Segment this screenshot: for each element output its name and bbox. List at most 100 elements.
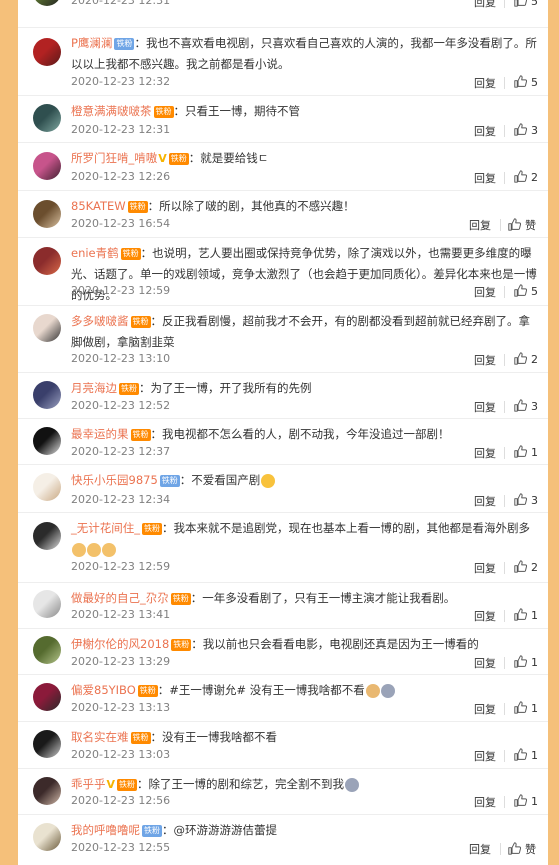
fan-badge[interactable]: 铁粉 (127, 200, 148, 213)
like-count: 2 (531, 171, 538, 184)
avatar[interactable] (33, 0, 61, 6)
fan-badge[interactable]: 铁粉 (130, 428, 151, 441)
username-link[interactable]: 多多啵啵酱 (71, 314, 129, 328)
thumbs-up-icon (514, 655, 531, 669)
fan-badge[interactable]: 铁粉 (142, 522, 162, 535)
like-button[interactable]: 5 (514, 0, 538, 8)
fan-badge[interactable]: 铁粉 (130, 731, 151, 744)
username-link[interactable]: 伊榭尔伦的风2018 (71, 637, 169, 651)
fan-badge[interactable]: 铁粉 (130, 315, 151, 328)
like-button[interactable]: 2 (514, 170, 538, 184)
avatar[interactable] (33, 683, 61, 711)
divider (504, 401, 505, 413)
fan-badge[interactable]: 铁粉 (120, 247, 141, 260)
avatar[interactable] (33, 314, 61, 342)
fan-badge[interactable]: 铁粉 (159, 474, 180, 487)
like-button[interactable]: 赞 (508, 217, 536, 233)
username-link[interactable]: 所罗门狂啃_啃嗷 (71, 151, 157, 165)
reply-button[interactable]: 回复 (474, 748, 496, 764)
username-link[interactable]: 偏爱85YIBO (71, 683, 136, 697)
username-link[interactable]: 乖乎乎 (71, 777, 106, 791)
reply-button[interactable]: 回复 (474, 170, 496, 186)
fan-badge[interactable]: 铁粉 (119, 382, 139, 395)
like-button[interactable]: 1 (514, 748, 538, 762)
avatar[interactable] (33, 152, 61, 180)
reply-button[interactable]: 回复 (474, 0, 496, 10)
reply-button[interactable]: 回复 (474, 655, 496, 671)
reply-button[interactable]: 回复 (474, 284, 496, 300)
fan-badge[interactable]: 铁粉 (153, 105, 174, 118)
username-link[interactable]: 最幸运的果 (71, 427, 129, 441)
like-button[interactable]: 2 (514, 560, 538, 574)
fan-badge[interactable]: 铁粉 (137, 684, 158, 697)
thumbs-up-icon (514, 0, 531, 8)
like-button[interactable]: 2 (514, 352, 538, 366)
comment-item: 橙意满满啵啵茶 铁粉 ：只看王一博，期待不管 2020-12-23 12:31 回复 3 (18, 95, 548, 143)
like-button[interactable]: 3 (514, 123, 538, 137)
username-link[interactable]: _无计花间住_ (71, 521, 140, 535)
fan-badge[interactable]: 铁粉 (117, 778, 138, 791)
colon: ： (147, 199, 160, 213)
like-button[interactable]: 5 (514, 284, 538, 298)
like-button[interactable]: 1 (514, 608, 538, 622)
fan-badge[interactable]: 铁粉 (114, 37, 135, 50)
avatar[interactable] (33, 427, 61, 455)
colon: ： (188, 151, 201, 165)
like-button[interactable]: 1 (514, 701, 538, 715)
like-button[interactable]: 赞 (508, 841, 536, 857)
avatar[interactable] (33, 777, 61, 805)
comment-text-line: 取名实在难 铁粉 ：没有王一博我啥都不看 (71, 727, 540, 748)
avatar[interactable] (33, 200, 61, 228)
comment-text-line: 乖乎乎V 铁粉 ：除了王一博的剧和综艺，完全割不到我 (71, 774, 540, 795)
fan-badge[interactable]: 铁粉 (171, 638, 192, 651)
avatar[interactable] (33, 38, 61, 66)
fan-badge[interactable]: 铁粉 (170, 592, 191, 605)
reply-button[interactable]: 回复 (474, 794, 496, 810)
reply-button[interactable]: 回复 (474, 445, 496, 461)
comment-body: #王一博谢允# 没有王一博我啥都不看 (169, 683, 365, 697)
avatar[interactable] (33, 823, 61, 851)
reply-button[interactable]: 回复 (474, 560, 496, 576)
avatar[interactable] (33, 104, 61, 132)
fan-badge[interactable]: 铁粉 (168, 152, 189, 165)
comment-body: 不爱看国产剧 (191, 473, 261, 487)
like-button[interactable]: 3 (514, 399, 538, 413)
avatar[interactable] (33, 636, 61, 664)
avatar[interactable] (33, 381, 61, 409)
reply-button[interactable]: 回复 (474, 352, 496, 368)
comment-time: 2020-12-23 12:55 (71, 841, 171, 854)
avatar[interactable] (33, 590, 61, 618)
fan-badge[interactable]: 铁粉 (142, 824, 162, 837)
like-button[interactable]: 3 (514, 493, 538, 507)
divider (504, 172, 505, 184)
avatar[interactable] (33, 247, 61, 275)
username-link[interactable]: 橙意满满啵啵茶 (71, 104, 152, 118)
comment-body: 就是要给钱ㄷ (200, 151, 269, 165)
colon: ： (191, 637, 203, 651)
avatar[interactable] (33, 473, 61, 501)
username-link[interactable]: P鹰澜澜 (71, 36, 112, 50)
username-link[interactable]: 85KATEW (71, 199, 126, 213)
reply-button[interactable]: 回复 (474, 701, 496, 717)
like-button[interactable]: 1 (514, 655, 538, 669)
reply-button[interactable]: 回复 (474, 399, 496, 415)
reply-button[interactable]: 回复 (474, 608, 496, 624)
username-link[interactable]: enie青鹤 (71, 246, 119, 260)
username-link[interactable]: 做最好的自己_尕尕 (71, 591, 169, 605)
avatar[interactable] (33, 522, 61, 550)
username-link[interactable]: 我的呼噜噜呢 (71, 823, 140, 837)
avatar[interactable] (33, 730, 61, 758)
reply-button[interactable]: 回复 (474, 493, 496, 509)
reply-button[interactable]: 回复 (474, 123, 496, 139)
like-button[interactable]: 1 (514, 794, 538, 808)
like-button[interactable]: 1 (514, 445, 538, 459)
like-button[interactable]: 5 (514, 75, 538, 89)
reply-button[interactable]: 回复 (469, 217, 491, 233)
reply-button[interactable]: 回复 (469, 841, 491, 857)
username-link[interactable]: 月亮海边 (71, 381, 117, 395)
comment-text-line: P鹰澜澜 铁粉 ：我也不喜欢看电视剧，只喜欢看自己喜欢的人演的，我都一年多没看剧了。… (71, 33, 540, 75)
colon: ： (150, 314, 163, 328)
username-link[interactable]: 取名实在难 (71, 730, 129, 744)
reply-button[interactable]: 回复 (474, 75, 496, 91)
username-link[interactable]: 快乐小乐园9875 (71, 473, 158, 487)
